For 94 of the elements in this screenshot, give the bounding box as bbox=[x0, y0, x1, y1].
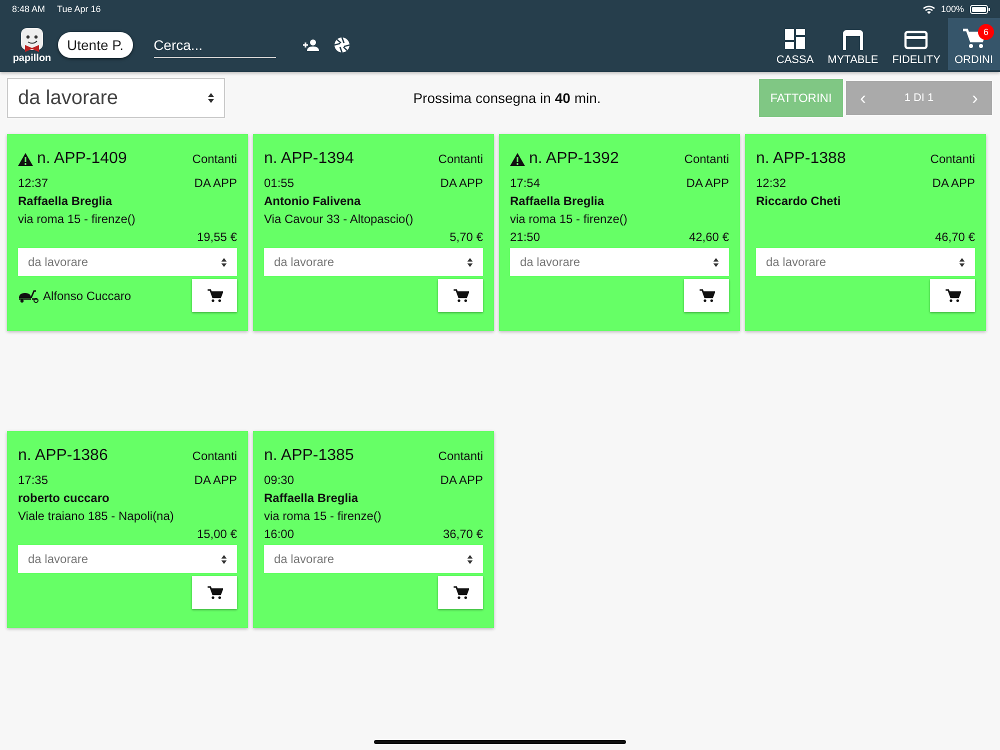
order-time: 12:32 bbox=[756, 176, 786, 190]
aperture-icon[interactable] bbox=[334, 37, 350, 53]
status-filter-dropdown[interactable]: da lavorare bbox=[7, 78, 225, 118]
order-status-dropdown[interactable]: da lavorare bbox=[510, 248, 729, 276]
sort-arrows-icon bbox=[713, 258, 719, 266]
cart-icon bbox=[452, 288, 468, 304]
order-time: 01:55 bbox=[264, 176, 294, 190]
cart-icon bbox=[206, 288, 222, 304]
payment-method: Contanti bbox=[684, 152, 729, 166]
order-status-dropdown[interactable]: da lavorare bbox=[756, 248, 975, 276]
order-status-dropdown[interactable]: da lavorare bbox=[264, 248, 483, 276]
delivery-time: 16:00 bbox=[264, 527, 294, 541]
sort-arrows-icon bbox=[959, 258, 965, 266]
customer-name: roberto cuccaro bbox=[18, 490, 110, 507]
nav-label: FIDELITY bbox=[892, 54, 940, 66]
cart-icon bbox=[944, 288, 960, 304]
cart-button[interactable] bbox=[930, 279, 975, 312]
order-number: n. APP-1409 bbox=[37, 150, 127, 168]
battery-percent: 100% bbox=[940, 4, 964, 14]
nav-label: ORDINI bbox=[954, 54, 993, 66]
customer-name: Raffaella Breglia bbox=[510, 193, 606, 210]
order-number: n. APP-1394 bbox=[264, 150, 354, 168]
payment-method: Contanti bbox=[930, 152, 975, 166]
customer-address: via roma 15 - firenze() bbox=[510, 212, 628, 226]
order-source: DA APP bbox=[194, 176, 237, 190]
order-total: 46,70 € bbox=[934, 230, 975, 244]
customer-name: Riccardo Cheti bbox=[756, 193, 842, 210]
dashboard-icon bbox=[784, 28, 806, 50]
cart-button[interactable] bbox=[684, 279, 729, 312]
customer-address: via roma 15 - firenze() bbox=[18, 212, 136, 226]
order-total: 36,70 € bbox=[442, 527, 483, 541]
order-source: DA APP bbox=[194, 473, 237, 487]
nav-tab[interactable]: CASSA bbox=[769, 18, 821, 70]
order-source: DA APP bbox=[440, 473, 483, 487]
order-status-dropdown[interactable]: da lavorare bbox=[18, 545, 237, 573]
battery-icon bbox=[970, 4, 990, 14]
rider-name: Alfonso Cuccaro bbox=[43, 288, 132, 302]
order-time: 09:30 bbox=[264, 473, 294, 487]
nav-tab[interactable]: MYTABLE bbox=[820, 18, 886, 70]
status-date: Tue Apr 16 bbox=[57, 4, 101, 14]
sort-arrows-icon bbox=[221, 258, 227, 266]
order-time: 17:35 bbox=[18, 473, 48, 487]
nav-tab[interactable]: FIDELITY bbox=[885, 18, 948, 70]
user-button[interactable]: Utente P. bbox=[58, 32, 133, 58]
cart-button[interactable] bbox=[438, 576, 483, 609]
scooter-icon bbox=[18, 288, 40, 302]
customer-address: Via Cavour 33 - Altopascio() bbox=[264, 212, 414, 226]
payment-method: Contanti bbox=[438, 152, 483, 166]
order-number: n. APP-1386 bbox=[18, 447, 108, 465]
cart-button[interactable] bbox=[192, 576, 237, 609]
next-delivery-text: Prossima consegna in 40 min. bbox=[412, 90, 602, 106]
sort-arrows-icon bbox=[221, 554, 227, 564]
papillon-logo[interactable]: papillon bbox=[12, 26, 52, 64]
payment-method: Contanti bbox=[192, 449, 237, 463]
nav-tab[interactable]: ORDINI 6 bbox=[948, 18, 1000, 70]
delivery-time: 21:50 bbox=[510, 230, 540, 244]
search-field[interactable]: Cerca... bbox=[154, 32, 276, 58]
cart-icon bbox=[206, 584, 222, 600]
order-total: 15,00 € bbox=[196, 527, 237, 541]
count-badge: 6 bbox=[978, 24, 994, 40]
card-icon bbox=[904, 30, 928, 50]
order-time: 12:37 bbox=[18, 176, 48, 190]
page-indicator: 1 DI 1 bbox=[904, 92, 934, 104]
payment-method: Contanti bbox=[192, 152, 237, 166]
customer-name: Antonio Falivena bbox=[264, 193, 362, 210]
order-time: 17:54 bbox=[510, 176, 540, 190]
sort-arrows-icon bbox=[467, 258, 473, 266]
cart-button[interactable] bbox=[192, 279, 237, 312]
order-total: 5,70 € bbox=[450, 230, 483, 244]
customer-name: Raffaella Breglia bbox=[18, 193, 114, 210]
status-time: 8:48 AM bbox=[12, 4, 46, 14]
order-total: 19,55 € bbox=[196, 230, 237, 244]
cart-button[interactable] bbox=[438, 279, 483, 312]
cart-icon bbox=[452, 584, 468, 600]
sort-arrows-icon bbox=[208, 93, 214, 103]
order-number: n. APP-1385 bbox=[264, 447, 354, 465]
payment-method: Contanti bbox=[438, 449, 483, 463]
order-number: n. APP-1392 bbox=[529, 150, 619, 168]
cart-icon bbox=[698, 288, 714, 304]
customer-address: Viale traiano 185 - Napoli(na) bbox=[18, 509, 174, 523]
nav-label: CASSA bbox=[776, 54, 814, 66]
customer-address: via roma 15 - firenze() bbox=[264, 509, 382, 523]
sort-arrows-icon bbox=[467, 554, 473, 564]
add-person-icon[interactable] bbox=[302, 39, 320, 51]
order-source: DA APP bbox=[686, 176, 729, 190]
order-source: DA APP bbox=[932, 176, 975, 190]
order-total: 42,60 € bbox=[688, 230, 729, 244]
customer-name: Raffaella Breglia bbox=[264, 490, 360, 507]
order-number: n. APP-1388 bbox=[756, 150, 846, 168]
order-status-dropdown[interactable]: da lavorare bbox=[18, 248, 237, 276]
nav-label: MYTABLE bbox=[828, 54, 878, 66]
order-source: DA APP bbox=[440, 176, 483, 190]
order-status-dropdown[interactable]: da lavorare bbox=[264, 545, 483, 573]
wifi-icon bbox=[922, 4, 935, 14]
